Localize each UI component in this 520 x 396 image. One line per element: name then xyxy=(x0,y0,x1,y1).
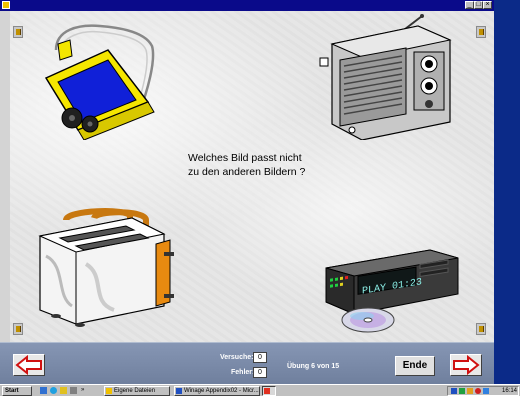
taskbar-clock: 16:14 xyxy=(501,388,517,394)
left-strip xyxy=(0,11,10,342)
tray-app-icon[interactable] xyxy=(459,388,465,394)
toaster-picture[interactable] xyxy=(36,206,186,328)
arrow-right-icon xyxy=(453,354,480,376)
wheelbarrow-picture[interactable] xyxy=(38,20,168,140)
app-window: _ □ × Welches Bild passt nicht zu den an… xyxy=(0,0,494,385)
task-label: Winage Appendix02 - Micr... xyxy=(184,388,259,394)
versuche-value: 0 xyxy=(253,352,267,363)
tray-volume-icon[interactable] xyxy=(467,388,473,394)
desktop-background xyxy=(494,0,520,384)
quicklaunch-explorer-icon[interactable] xyxy=(60,387,67,394)
quicklaunch-browser-icon[interactable] xyxy=(50,387,57,394)
corner-speaker-icon[interactable] xyxy=(13,323,23,335)
arrow-left-icon xyxy=(15,354,42,376)
question-text: Welches Bild passt nicht zu den anderen … xyxy=(188,151,358,179)
folder-icon xyxy=(106,388,112,394)
corner-speaker-icon[interactable] xyxy=(476,323,486,335)
system-tray: 16:14 xyxy=(447,386,519,396)
corner-speaker-icon[interactable] xyxy=(13,26,23,38)
maximize-button[interactable]: □ xyxy=(474,1,483,9)
task-label: Eigene Dateien xyxy=(114,388,156,394)
taskbar: Start » Eigene Dateien Winage Appendix02… xyxy=(0,384,520,396)
app-icon[interactable] xyxy=(2,1,10,9)
close-button[interactable]: × xyxy=(483,1,492,9)
title-bar: _ □ × xyxy=(0,0,494,11)
task-eigene-dateien[interactable]: Eigene Dateien xyxy=(104,386,170,396)
radio-picture[interactable] xyxy=(318,14,458,140)
quicklaunch-app-icon[interactable] xyxy=(70,387,77,394)
tray-network-icon[interactable] xyxy=(451,388,457,394)
versuche-label: Versuche: xyxy=(220,354,254,361)
task-active-app[interactable] xyxy=(262,386,276,396)
cd-player-picture[interactable]: PLAY 01:23 xyxy=(322,244,462,336)
quicklaunch-more-chevron[interactable]: » xyxy=(81,386,84,394)
previous-button[interactable] xyxy=(13,354,45,376)
start-button[interactable]: Start xyxy=(2,386,32,396)
corner-speaker-icon[interactable] xyxy=(476,26,486,38)
fehler-value: 0 xyxy=(253,367,267,378)
document-icon xyxy=(176,388,182,394)
task-winage-appendix[interactable]: Winage Appendix02 - Micr... xyxy=(174,386,260,396)
minimize-button[interactable]: _ xyxy=(465,1,474,9)
question-line-1: Welches Bild passt nicht xyxy=(188,152,302,164)
next-button[interactable] xyxy=(450,354,482,376)
fehler-label: Fehler: xyxy=(231,369,255,376)
question-line-2: zu den anderen Bildern ? xyxy=(188,166,306,178)
tray-alert-icon[interactable] xyxy=(475,388,481,394)
app-icon xyxy=(264,388,270,394)
quicklaunch-desktop-icon[interactable] xyxy=(40,387,47,394)
tray-display-icon[interactable] xyxy=(483,388,489,394)
ende-button[interactable]: Ende xyxy=(395,356,435,376)
exercise-progress: Übung 6 von 15 xyxy=(287,363,340,370)
